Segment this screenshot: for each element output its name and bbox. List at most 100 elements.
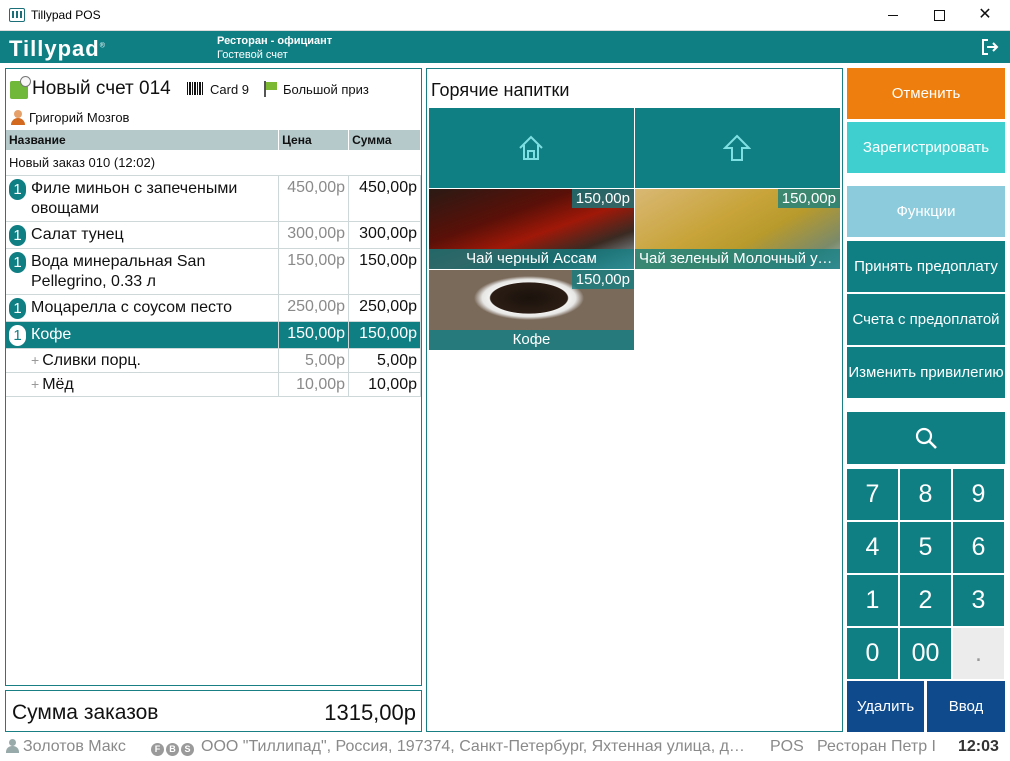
up-arrow-icon [723, 134, 751, 161]
table-row[interactable]: 1 Моцарелла с соусом песто 250,00р 250,00… [6, 294, 421, 322]
quantity-badge: 1 [9, 298, 26, 319]
status-time: 12:03 [958, 738, 999, 755]
quantity-badge: 1 [9, 325, 26, 346]
item-price: 150,00р [278, 248, 350, 295]
key-5[interactable]: 5 [900, 522, 951, 573]
modifier-row[interactable]: + Сливки порц. 5,00р 5,00р [6, 348, 421, 373]
flag-icon [263, 81, 277, 97]
order-header: Новый заказ 010 (12:02) [6, 150, 421, 176]
item-name: Филе миньон с запечеными овощами [31, 180, 238, 217]
key-6[interactable]: 6 [953, 522, 1004, 573]
tillypad-logo: Tillypad® [9, 36, 106, 61]
cancel-button[interactable]: Отменить [847, 68, 1005, 119]
bill-panel: Новый счет 014 Card 9 Большой приз Григо… [5, 68, 422, 686]
bill-icon [10, 76, 31, 99]
product-name: Кофе [429, 330, 634, 350]
search-button[interactable] [847, 412, 1005, 464]
key-7[interactable]: 7 [847, 469, 898, 520]
status-organization: ООО "Тиллипад", Россия, 197374, Санкт-Пе… [201, 738, 747, 755]
order-group-row[interactable]: Новый заказ 010 (12:02) [6, 150, 421, 176]
item-sum: 150,00р [348, 248, 421, 295]
home-icon [519, 135, 543, 160]
item-name: Моцарелла с соусом песто [31, 299, 233, 316]
key-0[interactable]: 0 [847, 628, 898, 679]
menu-panel: Горячие напитки 150,00р Чай черный Ассам… [426, 68, 843, 732]
modifier-price: 10,00р [278, 372, 350, 397]
functions-button[interactable]: Функции [847, 186, 1005, 237]
key-3[interactable]: 3 [953, 575, 1004, 626]
context-role: Ресторан - официант [217, 35, 333, 47]
barcode-icon [187, 82, 203, 95]
app-icon [9, 8, 25, 22]
product-price: 150,00р [777, 189, 840, 208]
table-row[interactable]: 1 Салат тунец 300,00р 300,00р [6, 221, 421, 249]
modifier-price: 5,00р [278, 348, 350, 373]
modifier-sum: 10,00р [348, 372, 421, 397]
column-header-sum[interactable]: Сумма [348, 130, 421, 150]
column-header-price[interactable]: Цена [278, 130, 350, 150]
delete-button[interactable]: Удалить [847, 681, 924, 732]
minimize-button[interactable] [870, 0, 916, 31]
item-price: 250,00р [278, 294, 350, 322]
key-9[interactable]: 9 [953, 469, 1004, 520]
key-2[interactable]: 2 [900, 575, 951, 626]
item-price: 300,00р [278, 221, 350, 249]
search-icon [915, 427, 937, 449]
change-privilege-button[interactable]: Изменить привилегию [847, 347, 1005, 398]
enter-button[interactable]: Ввод [927, 681, 1005, 732]
status-restaurant: Ресторан Петр I [817, 738, 936, 755]
window-title: Tillypad POS [31, 8, 101, 22]
quantity-badge: 1 [9, 252, 26, 273]
close-button[interactable]: ✕ [962, 0, 1008, 31]
quantity-badge: 1 [9, 179, 26, 200]
table-row[interactable]: 1 Вода минеральная San Pellegrino, 0.33 л… [6, 248, 421, 295]
product-name: Чай черный Ассам [429, 249, 634, 269]
key-1[interactable]: 1 [847, 575, 898, 626]
order-table: Название Цена Сумма Новый заказ 010 (12:… [6, 130, 421, 397]
status-terminal: POS [770, 738, 804, 755]
item-sum: 450,00р [348, 175, 421, 222]
prepaid-bills-button[interactable]: Счета с предоплатой [847, 294, 1005, 345]
item-price: 150,00р [278, 321, 350, 349]
modifier-name: Мёд [42, 376, 74, 393]
key-4[interactable]: 4 [847, 522, 898, 573]
product-tile[interactable]: 150,00р Кофе [429, 270, 634, 350]
quantity-badge: 1 [9, 225, 26, 246]
key-00[interactable]: 00 [900, 628, 951, 679]
modifier-row[interactable]: + Мёд 10,00р 10,00р [6, 372, 421, 397]
waiter-name: Григорий Мозгов [29, 110, 130, 125]
item-name: Кофе [31, 326, 72, 343]
product-name: Чай зеленый Молочный улун [635, 249, 840, 269]
product-tile[interactable]: 150,00р Чай черный Ассам [429, 189, 634, 269]
accept-prepayment-button[interactable]: Принять предоплату [847, 241, 1005, 292]
app-header: Tillypad® Ресторан - официант Гостевой с… [0, 31, 1010, 63]
table-row-selected[interactable]: 1 Кофе 150,00р 150,00р [6, 321, 421, 349]
table-row[interactable]: 1 Филе миньон с запечеными овощами 450,00… [6, 175, 421, 222]
card-label[interactable]: Card 9 [210, 82, 249, 97]
item-price: 450,00р [278, 175, 350, 222]
promo-label[interactable]: Большой приз [283, 82, 369, 97]
modifier-sum: 5,00р [348, 348, 421, 373]
badge-f-icon: F [151, 743, 164, 756]
item-sum: 150,00р [348, 321, 421, 349]
status-bar: Золотов Макс FBS ООО "Тиллипад", Россия,… [0, 736, 1010, 761]
status-badges: FBS [151, 739, 196, 757]
maximize-button[interactable] [916, 0, 962, 31]
user-icon [6, 739, 19, 754]
column-header-name[interactable]: Название [6, 130, 280, 150]
total-label: Сумма заказов [12, 701, 159, 724]
item-sum: 250,00р [348, 294, 421, 322]
badge-s-icon: S [181, 743, 194, 756]
key-decimal[interactable]: . [953, 628, 1004, 679]
total-value: 1315,00р [324, 700, 416, 725]
up-button[interactable] [635, 108, 840, 188]
order-total: Сумма заказов 1315,00р [5, 690, 422, 732]
bill-title: Новый счет 014 [32, 78, 171, 99]
item-name: Салат тунец [31, 226, 124, 243]
key-8[interactable]: 8 [900, 469, 951, 520]
logout-icon[interactable] [981, 38, 999, 56]
home-button[interactable] [429, 108, 634, 188]
product-tile[interactable]: 150,00р Чай зеленый Молочный улун [635, 189, 840, 269]
item-sum: 300,00р [348, 221, 421, 249]
register-button[interactable]: Зарегистрировать [847, 122, 1005, 173]
